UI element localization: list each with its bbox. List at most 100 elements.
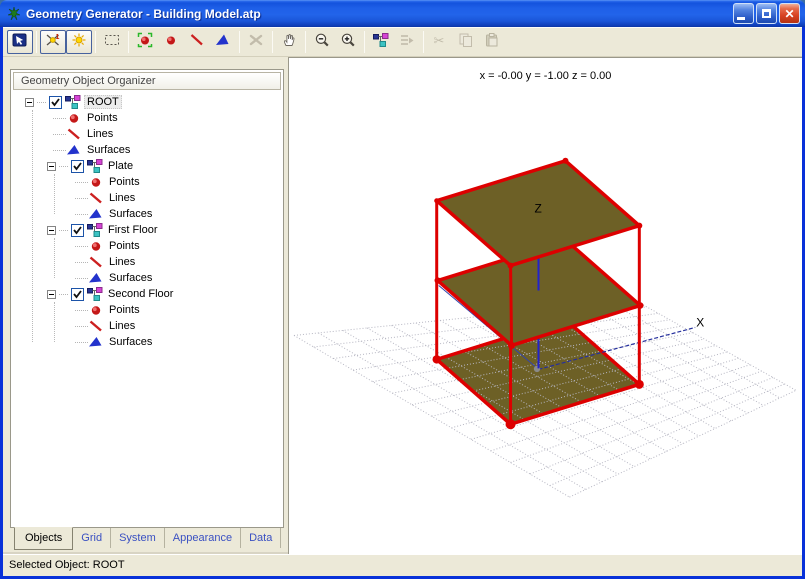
points-icon	[88, 302, 104, 318]
toolbar-separator	[128, 31, 129, 53]
tree-item-label: Surfaces	[109, 208, 153, 220]
tree-item-first-floor[interactable]: First Floor	[13, 222, 281, 238]
point-marker	[562, 157, 569, 164]
toolbar-separator	[272, 31, 273, 53]
tree-item-label: Lines	[109, 256, 136, 268]
surface-icon	[215, 32, 231, 53]
point-marker	[505, 419, 516, 430]
visibility-checkbox[interactable]	[71, 223, 84, 237]
lines-icon	[88, 254, 104, 270]
sidebar-tabs: Objects Grid System Appearance Data	[10, 527, 284, 552]
pan-button[interactable]	[276, 30, 302, 54]
tree-item-label: Lines	[109, 320, 136, 332]
point-marker	[637, 302, 644, 309]
copy-button	[453, 30, 479, 54]
tree-item-label: Points	[109, 176, 140, 188]
tree-item-label: Lines	[87, 128, 114, 140]
move-item-button	[394, 30, 420, 54]
tree-item-label: Second Floor	[108, 288, 174, 300]
tree-expander-icon[interactable]	[47, 225, 56, 235]
move-list-icon	[399, 32, 415, 53]
tree-item-second-floor[interactable]: Second Floor	[13, 286, 281, 302]
organizer-button[interactable]	[368, 30, 394, 54]
points-icon	[88, 174, 104, 190]
tree-expander-icon[interactable]	[25, 97, 34, 107]
tab-grid[interactable]: Grid	[73, 528, 112, 548]
tab-objects[interactable]: Objects	[14, 527, 74, 550]
close-button[interactable]: ✕	[779, 3, 800, 24]
object-node-icon	[87, 286, 103, 302]
point-marker	[507, 262, 514, 269]
point-marker	[432, 355, 441, 364]
tree-item-label: Lines	[109, 192, 136, 204]
add-surface-button[interactable]	[210, 30, 236, 54]
hand-icon	[281, 32, 297, 53]
tree-item-root[interactable]: ROOT	[13, 94, 281, 110]
toolbar-separator	[364, 31, 365, 53]
window-title: Geometry Generator - Building Model.atp	[26, 6, 261, 21]
tree-item-surfaces[interactable]: Surfaces	[13, 142, 281, 158]
app-icon	[7, 6, 21, 20]
light-button[interactable]	[66, 30, 92, 54]
visibility-checkbox[interactable]	[71, 159, 84, 173]
add-point-button[interactable]	[158, 30, 184, 54]
points-icon	[88, 238, 104, 254]
surfaces-icon	[88, 206, 104, 222]
toolbar-separator	[95, 31, 96, 53]
delete-icon	[248, 32, 264, 53]
viewport-3d[interactable]: Z X x = -0.00 y = -1.00 z = 0.00	[288, 57, 802, 554]
view-icon	[12, 32, 28, 53]
tab-system[interactable]: System	[111, 528, 165, 548]
copy-icon	[458, 32, 474, 53]
points-icon	[66, 110, 82, 126]
line-icon	[189, 32, 205, 53]
tree-item-label: Points	[87, 112, 118, 124]
zoom-out-button[interactable]	[309, 30, 335, 54]
paste-icon	[484, 32, 500, 53]
lines-icon	[66, 126, 82, 142]
cut-button: ✂	[427, 30, 453, 54]
maximize-icon	[762, 9, 771, 18]
select-point-button[interactable]	[132, 30, 158, 54]
tree-guide-line	[54, 302, 55, 342]
scene-3d: Z X	[293, 157, 797, 498]
surfaces-icon	[88, 270, 104, 286]
tab-appearance[interactable]: Appearance	[165, 528, 242, 548]
tree-item-plate[interactable]: Plate	[13, 158, 281, 174]
sidebar: Geometry Object Organizer ROOT Points Line…	[3, 57, 288, 554]
x-axis-label: X	[696, 315, 704, 329]
object-node-icon	[65, 94, 81, 110]
z-axis-label: Z	[535, 202, 542, 216]
object-node-icon	[87, 222, 103, 238]
add-line-button[interactable]	[184, 30, 210, 54]
tree-item-points[interactable]: Points	[13, 110, 281, 126]
zoom-in-button[interactable]	[335, 30, 361, 54]
minimize-icon	[736, 17, 745, 20]
surfaces-icon	[66, 142, 82, 158]
maximize-button[interactable]	[756, 3, 777, 24]
visibility-checkbox[interactable]	[71, 287, 84, 301]
lines-icon	[88, 190, 104, 206]
view-mode-button[interactable]	[7, 30, 33, 54]
tree-item-label: Surfaces	[87, 144, 131, 156]
point-marker	[636, 222, 643, 229]
marquee-icon	[104, 32, 120, 53]
minimize-button[interactable]	[733, 3, 754, 24]
point-icon	[163, 32, 179, 53]
zoom-in-icon	[340, 32, 356, 53]
paste-button	[479, 30, 505, 54]
tree-item-lines[interactable]: Lines	[13, 126, 281, 142]
toolbar-separator	[239, 31, 240, 53]
coordinate-readout: x = -0.00 y = -1.00 z = 0.00	[479, 70, 612, 82]
point-marker	[634, 379, 644, 389]
visibility-checkbox[interactable]	[49, 95, 62, 109]
titlebar: Geometry Generator - Building Model.atp …	[0, 0, 805, 27]
object-node-icon	[87, 158, 103, 174]
tree-expander-icon[interactable]	[47, 161, 56, 171]
tab-data[interactable]: Data	[241, 528, 282, 548]
tree-item-label: Surfaces	[109, 336, 153, 348]
marquee-select-button[interactable]	[99, 30, 125, 54]
tree-expander-icon[interactable]	[47, 289, 56, 299]
surfaces-icon	[88, 334, 104, 350]
snap-to-point-button[interactable]: 1	[40, 30, 66, 54]
